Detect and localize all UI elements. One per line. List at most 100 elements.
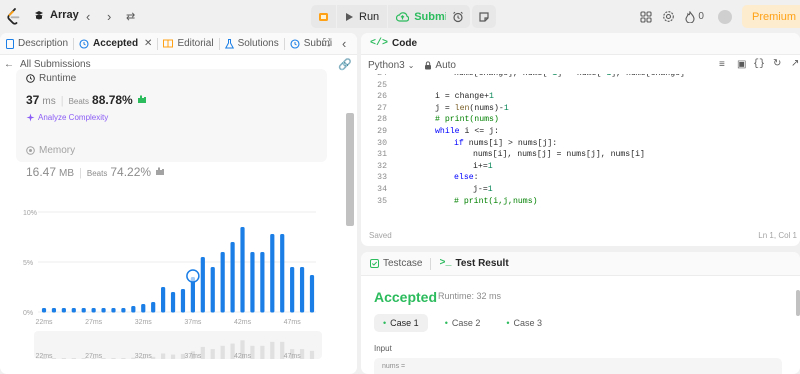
avatar[interactable] [717,9,732,24]
line-number: 28 [377,115,387,125]
code-line[interactable]: 29 while i <= j: [361,126,800,138]
chart-bar[interactable] [91,308,96,313]
tab-testcase[interactable]: Testcase [370,258,422,269]
code-line[interactable]: 28 # print(nums) [361,114,800,126]
chart-bar[interactable] [180,289,186,313]
chart-bar[interactable] [290,267,295,313]
chart-bar[interactable] [299,267,305,313]
leetcode-logo-icon[interactable] [6,8,20,25]
book-icon [163,39,174,48]
chart-bar[interactable] [61,308,66,313]
code-line[interactable]: 31 nums[i], nums[j] = nums[j], nums[i] [361,149,800,161]
premium-button[interactable]: Premium [741,5,800,28]
code-text: # print(nums) [435,115,499,125]
language-select[interactable]: Python3 ⌄ [368,60,414,71]
chart-bar[interactable] [200,257,205,313]
tab-editorial[interactable]: Editorial [158,38,218,49]
tab-test-result[interactable]: >_ Test Result [439,258,508,269]
case-label: Case 1 [390,318,419,328]
tab-solutions[interactable]: Solutions [220,38,284,49]
run-button[interactable]: Run [337,5,387,28]
runtime-distribution-chart[interactable]: 10%5%0%22ms 27ms 32ms 37ms 42ms 47ms22ms 27ms 3… [16,203,331,363]
format-icon[interactable]: ≡ [719,59,725,70]
code-editor[interactable]: 24nums[change], nums[-1] = nums[-1], num… [361,74,800,216]
bookmark-icon[interactable]: ▣ [737,59,746,70]
runtime-title: Runtime [26,73,76,84]
layout-grid-icon[interactable] [640,10,652,23]
celebration-hand-icon [156,167,165,175]
timer-button[interactable] [446,5,470,28]
chart-bar[interactable] [210,267,215,313]
expand-icon[interactable]: ↗ [791,58,799,69]
input-value[interactable]: nums = [374,358,782,374]
result-scrollbar[interactable] [796,290,800,316]
close-icon[interactable]: ✕ [144,38,152,49]
auto-mode[interactable]: Auto [424,60,456,71]
chart-bar[interactable] [151,302,156,313]
celebration-hand-icon [137,95,146,103]
chart-bar[interactable] [170,292,176,313]
code-line[interactable]: 26 i = change+1 [361,91,800,103]
prev-problem-icon[interactable]: ‹ [86,9,90,24]
code-line[interactable]: 30 if nums[i] > nums[j]: [361,138,800,150]
braces-icon[interactable]: {} [753,59,765,70]
chart-bar[interactable] [280,234,285,313]
code-line[interactable]: 32 i+=1 [361,161,800,173]
chart-bar[interactable] [121,308,126,313]
chart-bar[interactable] [71,308,76,313]
problem-list-button[interactable]: Array [34,9,79,21]
runtime-beats-pct: 88.78% [92,93,133,107]
chart-bar[interactable] [111,308,116,313]
code-line[interactable]: 25 [361,80,800,92]
analyze-complexity-button[interactable]: Analyze Complexity [26,113,108,122]
code-line[interactable]: 34 j-=1 [361,184,800,196]
chart-bar[interactable] [240,227,245,313]
chart-overview-strip[interactable] [34,331,322,359]
code-line[interactable]: 27 j = len(nums)-1 [361,103,800,115]
y-tick-label: 10% [23,210,37,217]
history-icon [79,38,89,49]
code-line[interactable]: 35 # print(i,j,nums) [361,196,800,208]
chart-bar[interactable] [309,275,315,313]
chart-bar[interactable] [81,308,86,313]
chart-bar[interactable] [250,252,255,313]
memory-unit: MB [59,168,75,179]
chart-bar[interactable] [260,252,265,313]
reset-icon[interactable]: ↻ [773,58,781,69]
chart-bar[interactable] [270,234,275,313]
pass-dot-icon: • [444,318,448,328]
shuffle-icon[interactable]: ⇄ [126,10,135,23]
gear-icon[interactable] [662,10,675,23]
chart-bar[interactable] [220,252,225,313]
streak-counter[interactable]: 0 [685,10,704,23]
debug-button[interactable] [311,5,336,28]
tab-divider [430,257,432,270]
maximize-icon[interactable]: ⛶ [323,38,330,49]
input-label: Input [374,344,392,353]
left-scrollbar[interactable] [346,113,354,226]
top-bar: Array ‹ › ⇄ Run Submit 0 Premium [0,0,800,33]
chart-bar[interactable] [51,308,57,313]
memory-stats[interactable]: 16.47 MB | Beats 74.22% [26,165,165,179]
code-line[interactable]: 33 else: [361,172,800,184]
tab-description[interactable]: Description [0,38,73,49]
next-problem-icon[interactable]: › [107,9,111,24]
chart-bar[interactable] [141,304,146,313]
notes-button[interactable] [472,5,496,28]
collapse-icon[interactable]: ‹ [342,36,346,51]
chart-bar[interactable] [131,306,136,313]
tab-label: Editorial [177,38,214,49]
memory-title[interactable]: Memory [26,145,75,156]
chart-bar[interactable] [41,308,47,313]
chart-bar[interactable] [230,242,235,313]
chart-bar[interactable] [101,308,106,313]
case-tab-2[interactable]: • Case 2 [436,314,490,332]
tab-accepted[interactable]: Accepted ✕ [74,38,157,49]
link-icon[interactable]: 🔗 [338,58,352,71]
chart-bar[interactable] [161,287,166,313]
current-submission-marker[interactable] [186,269,200,283]
memory-chip-icon [26,146,35,155]
case-tab-1[interactable]: • Case 1 [374,314,428,332]
case-tab-3[interactable]: • Case 3 [497,314,551,332]
language-label: Python3 [368,59,405,71]
